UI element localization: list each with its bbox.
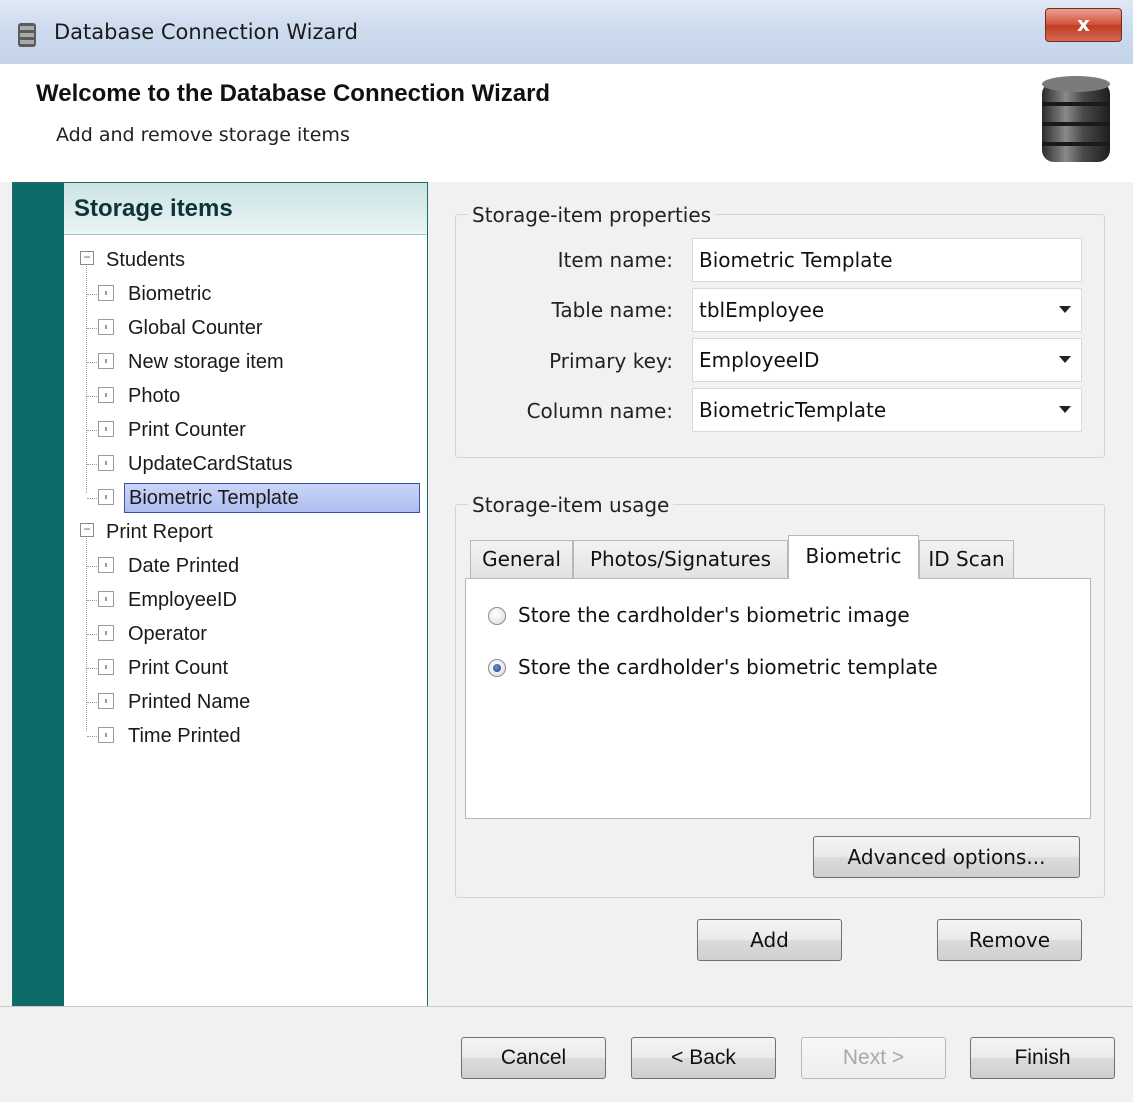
radio-button[interactable] (488, 607, 506, 625)
tab-id-scan[interactable]: ID Scan (919, 540, 1014, 578)
tree-line (87, 668, 97, 669)
tree-item-label: Date Printed (128, 555, 240, 577)
leaf-icon (98, 659, 114, 675)
add-button[interactable]: Add (697, 919, 842, 961)
tree-item-label: Biometric (128, 283, 212, 305)
leaf-icon (98, 591, 114, 607)
tree-line (87, 566, 97, 567)
table-name-label: Table name: (551, 298, 673, 322)
tree-line (87, 600, 97, 601)
leaf-icon (98, 693, 114, 709)
tree-line (87, 702, 97, 703)
window-title: Database Connection Wizard (54, 20, 358, 44)
wizard-header: Welcome to the Database Connection Wizar… (0, 64, 1133, 182)
primary-key-label: Primary key: (549, 349, 673, 373)
tree-line (87, 736, 97, 737)
storage-items-title: Storage items (74, 195, 233, 222)
tree-item-label: Time Printed (128, 725, 241, 747)
leaf-icon (98, 319, 114, 335)
close-icon: x (1077, 12, 1090, 36)
storage-items-tree[interactable]: − Students Biometric Global Counter New … (64, 235, 427, 1005)
chevron-down-icon[interactable] (1059, 356, 1071, 363)
database-app-icon (18, 23, 36, 47)
storage-items-panel: Storage items − Students Biometric Globa… (12, 182, 428, 1008)
tree-line (87, 634, 97, 635)
tree-group-label: Students (106, 249, 185, 271)
table-name-select[interactable]: tblEmployee (692, 288, 1082, 332)
leaf-icon (98, 387, 114, 403)
tab-biometric[interactable]: Biometric (788, 535, 919, 579)
page-subtitle: Add and remove storage items (56, 124, 350, 146)
title-bar[interactable]: Database Connection Wizard x (0, 0, 1133, 64)
leaf-icon (98, 285, 114, 301)
tree-item-label: Biometric Template (124, 483, 420, 513)
remove-button[interactable]: Remove (937, 919, 1082, 961)
leaf-icon (98, 557, 114, 573)
tree-item-label: Photo (128, 385, 181, 407)
wizard-window: Database Connection Wizard x Welcome to … (0, 0, 1133, 1102)
leaf-icon (98, 489, 114, 505)
leaf-icon (98, 727, 114, 743)
back-button[interactable]: < Back (631, 1037, 776, 1079)
tree-line (87, 328, 97, 329)
tree-line (87, 464, 97, 465)
chevron-down-icon[interactable] (1059, 306, 1071, 313)
biometric-tab-panel: Store the cardholder's biometric image S… (465, 578, 1091, 819)
decorative-strip (13, 183, 64, 1007)
close-button[interactable]: x (1045, 8, 1122, 42)
tab-photos-signatures[interactable]: Photos/Signatures (573, 540, 788, 578)
table-name-value: tblEmployee (699, 298, 825, 322)
usage-group-label: Storage-item usage (468, 493, 674, 517)
storage-items-header: Storage items (64, 183, 427, 235)
tree-line (87, 396, 97, 397)
leaf-icon (98, 455, 114, 471)
chevron-down-icon[interactable] (1059, 406, 1071, 413)
cancel-button[interactable]: Cancel (461, 1037, 606, 1079)
tree-item-label: Printed Name (128, 691, 251, 713)
tree-line (87, 362, 97, 363)
collapse-icon[interactable]: − (80, 251, 94, 265)
advanced-options-button[interactable]: Advanced options... (813, 836, 1080, 878)
radio-label: Store the cardholder's biometric image (518, 603, 910, 627)
properties-group-label: Storage-item properties (468, 203, 716, 227)
tree-item-label: UpdateCardStatus (128, 453, 293, 475)
tree-item-label: New storage item (128, 351, 284, 373)
collapse-icon[interactable]: − (80, 523, 94, 537)
page-title: Welcome to the Database Connection Wizar… (36, 80, 551, 107)
tree-item-label: EmployeeID (128, 589, 237, 611)
tree-line (87, 498, 97, 499)
primary-key-select[interactable]: EmployeeID (692, 338, 1082, 382)
leaf-icon (98, 625, 114, 641)
tree-line (87, 430, 97, 431)
primary-key-value: EmployeeID (699, 348, 820, 372)
next-button[interactable]: Next > (801, 1037, 946, 1079)
database-icon (1042, 76, 1110, 162)
tree-item-label: Print Counter (128, 419, 246, 441)
leaf-icon (98, 353, 114, 369)
tree-group-label: Print Report (106, 521, 213, 543)
leaf-icon (98, 421, 114, 437)
tab-general[interactable]: General (470, 540, 573, 578)
tree-item-label: Global Counter (128, 317, 263, 339)
column-name-label: Column name: (526, 399, 673, 423)
radio-button-checked[interactable] (488, 659, 506, 677)
item-name-input[interactable]: Biometric Template (692, 238, 1082, 282)
column-name-select[interactable]: BiometricTemplate (692, 388, 1082, 432)
item-name-label: Item name: (557, 248, 673, 272)
radio-label: Store the cardholder's biometric templat… (518, 655, 938, 679)
tree-line (87, 294, 97, 295)
tree-item-label: Print Count (128, 657, 229, 679)
tree-item-label: Operator (128, 623, 207, 645)
column-name-value: BiometricTemplate (699, 398, 887, 422)
finish-button[interactable]: Finish (970, 1037, 1115, 1079)
tree-line (86, 263, 87, 493)
